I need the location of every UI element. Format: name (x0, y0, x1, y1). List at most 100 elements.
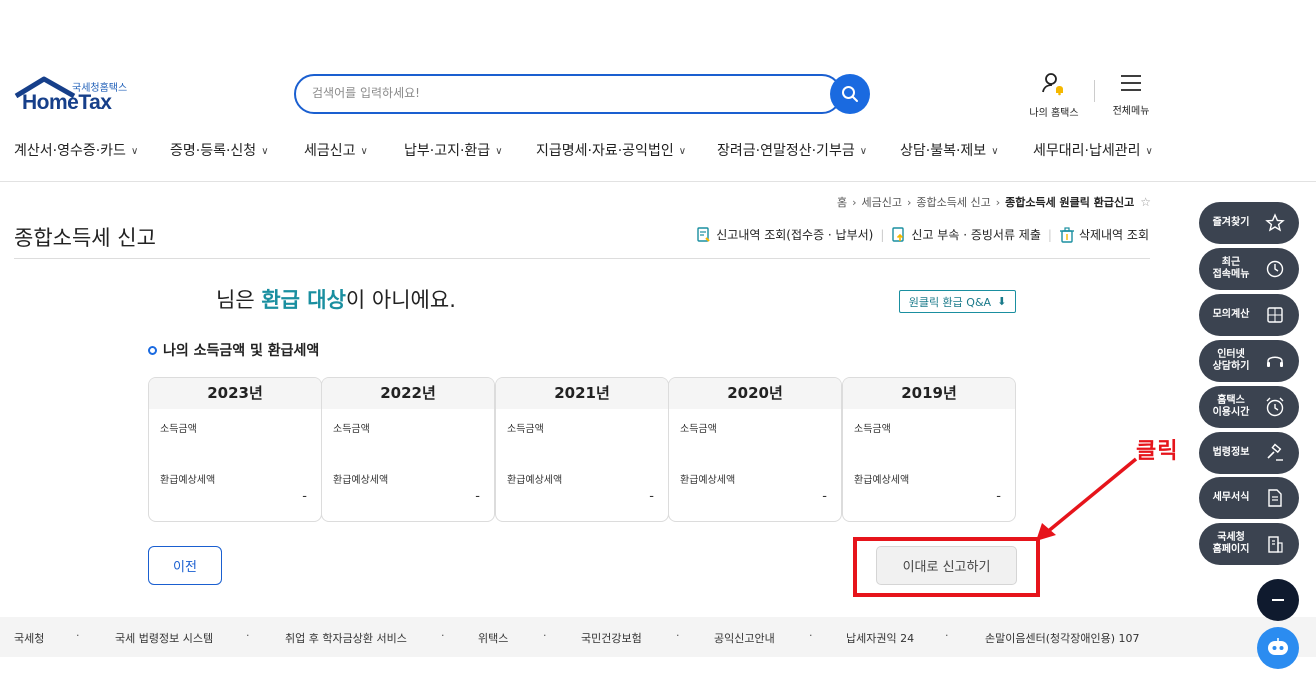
filing-history-link[interactable]: 신고내역 조회(접수증 · 납부서) (696, 226, 873, 243)
chevron-down-icon: ∨ (130, 146, 139, 157)
chevron-right-icon: › (995, 196, 1001, 209)
my-hometax-button[interactable]: 나의 홈택스 (1024, 72, 1084, 119)
year-cards: 2023년 소득금액 환급예상세액 - 2022년 소득금액 환급예상세액 - … (148, 377, 1016, 522)
footer-separator: · (246, 629, 250, 642)
income-label: 소득금액 (160, 424, 197, 435)
click-highlight-box (853, 537, 1040, 597)
footer-link[interactable]: 납세자권익 24 (846, 630, 914, 646)
gavel-icon (1263, 441, 1287, 465)
side-menu-law[interactable]: 법령정보 (1199, 432, 1299, 474)
income-label: 소득금액 (507, 424, 544, 435)
refund-qa-button[interactable]: 원클릭 환급 Q&A ⬇ (899, 290, 1016, 313)
refund-value: - (822, 489, 827, 504)
search-icon (842, 86, 858, 102)
footer-link[interactable]: 국민건강보험 (581, 630, 642, 646)
refund-label: 환급예상세액 (680, 475, 736, 486)
side-menu-hours[interactable]: 홈택스 이용시간 (1199, 386, 1299, 428)
footer-separator: · (441, 629, 445, 642)
collapse-menu-button[interactable] (1257, 579, 1299, 621)
deleted-history-link[interactable]: 삭제내역 조회 (1059, 226, 1149, 243)
refund-notice: 님은 환급 대상이 아니에요. (216, 284, 456, 314)
nav-label: 납부·고지·환급 (404, 143, 491, 159)
nav-item-consultation[interactable]: 상담·불복·제보 ∨ (900, 140, 999, 160)
breadcrumb-current: 종합소득세 원클릭 환급신고 (1005, 196, 1135, 209)
nav-item-tax-filing[interactable]: 세금신고 ∨ (304, 140, 368, 160)
nav-item-certificates[interactable]: 증명·등록·신청 ∨ (170, 140, 269, 160)
chatbot-button[interactable] (1257, 627, 1299, 669)
nav-item-tax-agent[interactable]: 세무대리·납세관리 ∨ (1033, 140, 1153, 160)
section-heading: 나의 소득금액 및 환급세액 (148, 340, 319, 360)
footer-link[interactable]: 위택스 (478, 630, 508, 646)
breadcrumb-level2[interactable]: 종합소득세 신고 (916, 196, 990, 209)
side-menu-label: 홈택스 이용시간 (1212, 395, 1250, 418)
year-card: 2022년 소득금액 환급예상세액 - (321, 377, 495, 522)
breadcrumb-home[interactable]: 홈 (837, 196, 847, 209)
nav-item-invoices[interactable]: 계산서·영수증·카드 ∨ (14, 140, 138, 160)
star-icon (1263, 211, 1287, 235)
year-card: 2019년 소득금액 환급예상세액 - (842, 377, 1016, 522)
side-menu-label: 모의계산 (1212, 309, 1250, 320)
header-divider (1094, 80, 1095, 102)
page-title: 종합소득세 신고 (14, 226, 156, 250)
search-input[interactable] (312, 86, 812, 100)
search-button[interactable] (830, 74, 870, 114)
title-divider (14, 258, 1150, 259)
side-menu-nts-home[interactable]: 국세청 홈페이지 (1199, 523, 1299, 565)
hamburger-icon (1121, 75, 1141, 91)
filing-history-label: 신고내역 조회(접수증 · 납부서) (716, 228, 874, 242)
side-menu-recent[interactable]: 최근 접속메뉴 (1199, 248, 1299, 290)
chevron-down-icon: ∨ (678, 146, 687, 157)
side-menu-label: 인터넷 상담하기 (1212, 349, 1250, 372)
footer-link[interactable]: 국세청 (14, 630, 44, 646)
calculator-icon (1263, 303, 1287, 327)
clock-icon (1263, 257, 1287, 281)
bullet-icon (148, 345, 157, 355)
prev-button[interactable]: 이전 (148, 546, 222, 585)
chevron-down-icon: ∨ (495, 146, 503, 157)
year-card-title: 2021년 (496, 378, 668, 409)
income-label: 소득금액 (854, 424, 891, 435)
year-card: 2023년 소득금액 환급예상세액 - (148, 377, 322, 522)
click-annotation-label: 클릭 (1136, 439, 1179, 464)
footer-link[interactable]: 공익신고안내 (714, 630, 775, 646)
breadcrumb-level1[interactable]: 세금신고 (861, 196, 901, 209)
refund-label: 환급예상세액 (507, 475, 563, 486)
chevron-right-icon: › (852, 196, 857, 209)
quick-links: 신고내역 조회(접수증 · 납부서) | 신고 부속 · 증빙서류 제출 | 삭… (696, 226, 1149, 243)
star-icon[interactable]: ☆ (1140, 195, 1151, 209)
nav-item-payment[interactable]: 납부·고지·환급 ∨ (404, 140, 503, 160)
footer-separator: · (676, 629, 680, 642)
footer-link[interactable]: 국세 법령정보 시스템 (115, 630, 213, 646)
side-menu-consult[interactable]: 인터넷 상담하기 (1199, 340, 1299, 382)
nav-item-statements[interactable]: 지급명세·자료·공익법인 ∨ (536, 140, 686, 160)
nav-label: 지급명세·자료·공익법인 (536, 143, 674, 159)
refund-value: - (475, 489, 480, 504)
section-title: 나의 소득금액 및 환급세액 (163, 343, 320, 359)
chevron-right-icon: › (906, 196, 912, 209)
year-card: 2021년 소득금액 환급예상세액 - (495, 377, 669, 522)
chevron-down-icon: ∨ (360, 146, 368, 157)
year-card-title: 2019년 (843, 378, 1015, 409)
trash-icon (1059, 226, 1074, 243)
chevron-down-icon: ∨ (859, 146, 868, 157)
side-menu-forms[interactable]: 세무서식 (1199, 477, 1299, 519)
chevron-down-icon: ∨ (261, 146, 269, 157)
side-menu-simulation[interactable]: 모의계산 (1199, 294, 1299, 336)
footer-link[interactable]: 취업 후 학자금상환 서비스 (285, 630, 407, 646)
nav-label: 세무대리·납세관리 (1033, 143, 1141, 159)
side-menu-label: 법령정보 (1212, 447, 1250, 458)
income-label: 소득금액 (680, 424, 717, 435)
side-menu-favorites[interactable]: 즐겨찾기 (1199, 202, 1299, 244)
year-card-title: 2020년 (669, 378, 841, 409)
side-menu-label: 국세청 홈페이지 (1212, 532, 1250, 555)
side-menu-label: 즐겨찾기 (1212, 217, 1250, 228)
chevron-down-icon: ∨ (991, 146, 999, 157)
nav-item-incentives[interactable]: 장려금·연말정산·기부금 ∨ (717, 140, 867, 160)
footer-separator: · (945, 629, 949, 642)
nav-label: 세금신고 (304, 143, 356, 159)
footer-link[interactable]: 손말이음센터(청각장애인용) 107 (985, 630, 1140, 646)
refund-label: 환급예상세액 (160, 475, 216, 486)
all-menu-button[interactable]: 전체메뉴 (1104, 72, 1158, 117)
attachments-link[interactable]: 신고 부속 · 증빙서류 제출 (891, 226, 1041, 243)
nav-divider (0, 181, 1316, 182)
